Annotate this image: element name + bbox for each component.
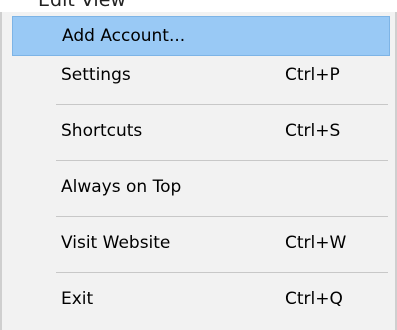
menu-item-label: Shortcuts — [61, 121, 143, 141]
screenshot-stage: Edit View Add Account... Settings Ctrl+P… — [0, 0, 397, 330]
menu-item-shortcut: Ctrl+S — [285, 121, 341, 141]
menu-item-label: Visit Website — [61, 233, 171, 253]
menu-bar-label: Edit View — [38, 0, 126, 11]
menu-item-always-on-top[interactable]: Always on Top — [12, 168, 390, 208]
menu-item-label: Settings — [61, 65, 131, 85]
menu-separator — [56, 104, 388, 105]
menu-item-shortcut: Ctrl+Q — [285, 289, 343, 309]
menu-item-add-account[interactable]: Add Account... — [12, 16, 390, 56]
menu-separator — [56, 216, 388, 217]
menu-item-label: Always on Top — [61, 177, 182, 197]
menu-bar-strip: Edit View — [0, 0, 397, 12]
menu-item-label: Add Account... — [62, 26, 186, 46]
menu-item-exit[interactable]: Exit Ctrl+Q — [12, 280, 390, 320]
menu-item-shortcut: Ctrl+P — [285, 65, 340, 85]
menu-separator — [56, 160, 388, 161]
menu-item-settings[interactable]: Settings Ctrl+P — [12, 56, 390, 96]
menu-item-shortcut: Ctrl+W — [285, 233, 347, 253]
menu-item-label: Exit — [61, 289, 94, 309]
context-menu: Add Account... Settings Ctrl+P Shortcuts… — [0, 12, 397, 330]
menu-separator — [56, 272, 388, 273]
menu-item-visit-website[interactable]: Visit Website Ctrl+W — [12, 224, 390, 264]
menu-item-shortcuts[interactable]: Shortcuts Ctrl+S — [12, 112, 390, 152]
